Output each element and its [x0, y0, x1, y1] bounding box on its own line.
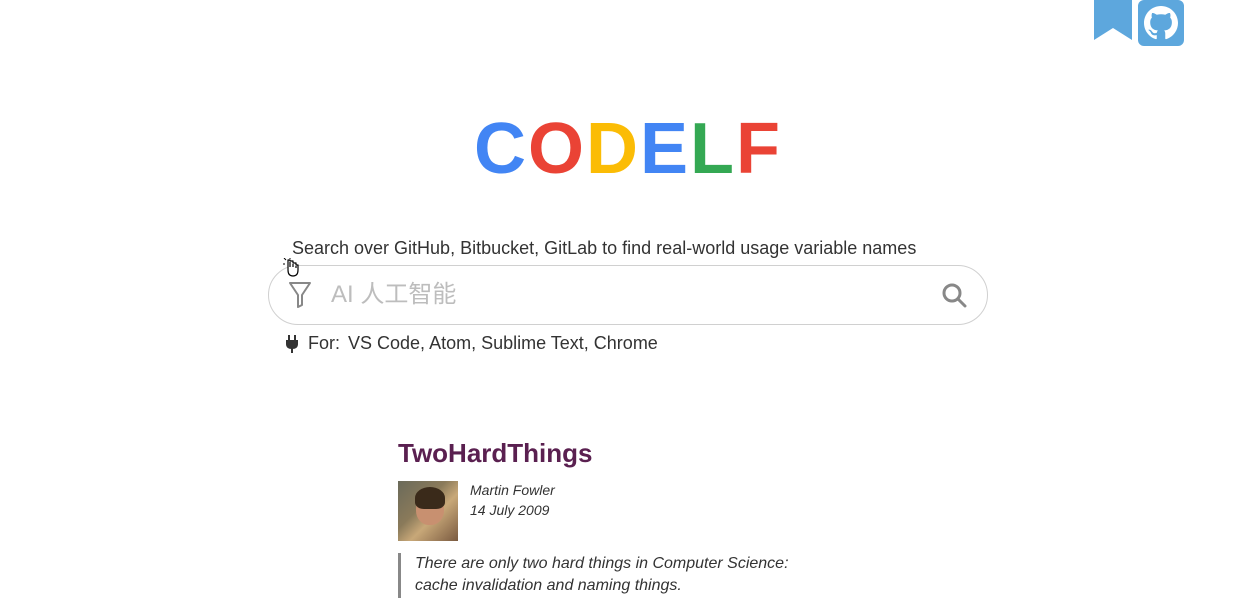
search-input[interactable] [319, 281, 941, 309]
article-quote: There are only two hard things in Comput… [398, 553, 858, 598]
filter-icon[interactable] [289, 280, 319, 310]
search-button[interactable] [941, 282, 967, 308]
article-author: Martin Fowler [470, 481, 555, 501]
search-icon [941, 282, 967, 308]
search-description: Search over GitHub, Bitbucket, GitLab to… [292, 238, 988, 259]
logo-letter-d: D [586, 108, 640, 190]
quote-line-1: There are only two hard things in Comput… [415, 553, 858, 575]
logo-letter-l: L [690, 108, 736, 190]
quote-line-2: cache invalidation and naming things. [415, 575, 858, 597]
plug-icon [284, 335, 300, 353]
plugin-line: For: VS Code, Atom, Sublime Text, Chrome [284, 333, 988, 354]
article: TwoHardThings Martin Fowler 14 July 2009… [398, 438, 858, 598]
github-icon[interactable] [1138, 0, 1184, 46]
search-bar [268, 265, 988, 325]
bookmark-icon[interactable] [1094, 0, 1132, 48]
logo-letter-c: C [474, 108, 528, 190]
logo-letter-f: F [736, 108, 782, 190]
logo-letter-e: E [640, 108, 690, 190]
logo-letter-o: O [528, 108, 586, 190]
plugin-links[interactable]: VS Code, Atom, Sublime Text, Chrome [348, 333, 658, 354]
article-date: 14 July 2009 [470, 501, 555, 521]
plugin-for-label: For: [308, 333, 340, 354]
author-avatar [398, 481, 458, 541]
article-title: TwoHardThings [398, 438, 858, 469]
logo: C O D E L F [474, 108, 782, 190]
